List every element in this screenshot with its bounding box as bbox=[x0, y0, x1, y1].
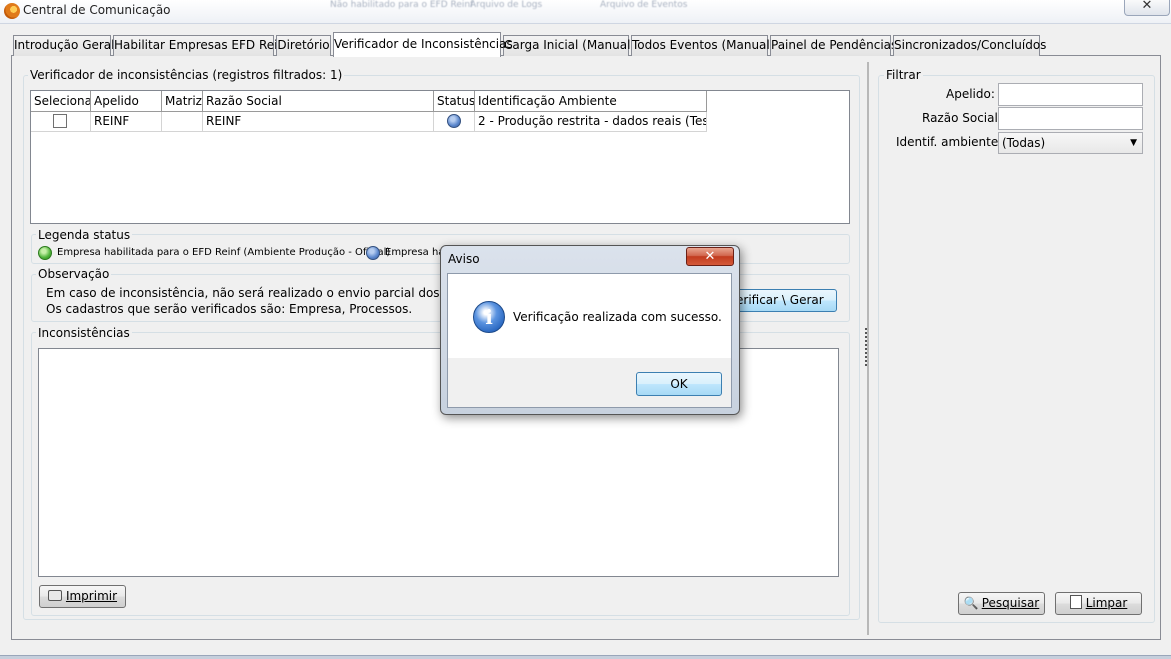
column-header-selecionar[interactable]: Selecionar bbox=[31, 91, 91, 112]
splitter-grip-icon[interactable] bbox=[865, 328, 869, 366]
window-bottom-border bbox=[0, 655, 1171, 659]
table-row-cell-selecionar bbox=[31, 112, 91, 132]
identif-ambiente-label: Identif. ambiente: bbox=[896, 135, 1003, 149]
status-blue-icon bbox=[366, 246, 380, 260]
app-logo-icon bbox=[4, 3, 20, 19]
background-window-title: Arquivo de Logs bbox=[470, 0, 543, 10]
filtrar-title: Filtrar bbox=[884, 68, 923, 82]
limpar-button[interactable]: Limpar bbox=[1055, 592, 1142, 615]
apelido-label: Apelido: bbox=[946, 87, 995, 101]
tab-painel-pendencias[interactable]: Painel de Pendências bbox=[770, 35, 897, 56]
identif-ambiente-select[interactable]: (Todas) ▼ bbox=[998, 132, 1143, 154]
column-header-identificacao-ambiente[interactable]: Identificação Ambiente bbox=[475, 91, 707, 112]
verificar-gerar-button[interactable]: erificar \ Gerar bbox=[725, 289, 837, 312]
table-row-cell-identificacao[interactable]: 2 - Produção restrita - dados reais (Tes… bbox=[475, 112, 707, 132]
table-row-cell-apelido[interactable]: REINF bbox=[91, 112, 162, 132]
eraser-icon bbox=[1069, 595, 1082, 609]
window-title: Central de Comunicação bbox=[23, 3, 171, 17]
dialog-close-button[interactable]: ✕ bbox=[686, 247, 734, 266]
tab-carga-inicial[interactable]: Carga Inicial (Manual) bbox=[503, 35, 635, 56]
razao-social-input[interactable] bbox=[998, 107, 1143, 130]
status-blue-icon bbox=[447, 114, 461, 128]
tab-todos-eventos[interactable]: Todos Eventos (Manual) bbox=[631, 35, 774, 56]
verificador-group-title: Verificador de inconsistências (registro… bbox=[28, 68, 345, 82]
dialog-message: Verificação realizada com sucesso. bbox=[513, 310, 722, 324]
apelido-input[interactable] bbox=[998, 83, 1143, 106]
pesquisar-button[interactable]: 🔍 Pesquisar bbox=[958, 592, 1045, 615]
tab-sincronizados-concluidos[interactable]: Sincronizados/Concluídos bbox=[893, 35, 1046, 56]
printer-icon bbox=[47, 590, 62, 601]
row-select-checkbox[interactable] bbox=[53, 114, 67, 128]
column-header-apelido[interactable]: Apelido bbox=[91, 91, 162, 112]
legenda-item-producao: Empresa habilitada para o EFD Reinf (Amb… bbox=[57, 247, 391, 258]
chevron-down-icon: ▼ bbox=[1130, 138, 1137, 148]
imprimir-label: Imprimir bbox=[65, 589, 118, 603]
tab-introducao-geral[interactable]: Introdução Geral bbox=[13, 35, 115, 56]
tab-diretorio[interactable]: Diretório bbox=[276, 35, 331, 56]
table-row-cell-razao-social[interactable]: REINF bbox=[203, 112, 434, 132]
window-titlebar bbox=[0, 0, 1171, 24]
table-row-cell-matriz[interactable] bbox=[162, 112, 203, 132]
observacao-line-2: Os cadastros que serão verificados são: … bbox=[46, 302, 413, 316]
search-icon: 🔍 bbox=[963, 596, 979, 610]
observacao-line-1: Em caso de inconsistência, não será real… bbox=[46, 286, 499, 300]
column-header-matriz[interactable]: Matriz bbox=[162, 91, 203, 112]
table-row-cell-status[interactable] bbox=[434, 112, 475, 132]
tab-verificador-inconsistencias[interactable]: Verificador de Inconsistências bbox=[333, 32, 513, 57]
info-icon: i bbox=[473, 301, 505, 333]
observacao-title: Observação bbox=[36, 267, 112, 281]
filtrar-group bbox=[878, 75, 1155, 623]
identif-ambiente-value: (Todas) bbox=[1002, 136, 1046, 150]
companies-grid[interactable]: Selecionar Apelido Matriz Razão Social S… bbox=[30, 90, 850, 224]
dialog-title: Aviso bbox=[448, 252, 480, 266]
column-header-status[interactable]: Status bbox=[434, 91, 475, 112]
background-window-title: Não habilitado para o EFD Reinf bbox=[330, 0, 474, 10]
pesquisar-label: Pesquisar bbox=[981, 596, 1040, 610]
razao-social-label: Razão Social: bbox=[922, 111, 1002, 125]
legenda-title: Legenda status bbox=[36, 228, 133, 242]
tab-habilitar-empresas[interactable]: Habilitar Empresas EFD Reinf bbox=[113, 35, 289, 56]
imprimir-button[interactable]: Imprimir bbox=[39, 585, 126, 608]
limpar-label: Limpar bbox=[1085, 596, 1128, 610]
window-close-button[interactable]: ✕ bbox=[1124, 0, 1170, 16]
background-window-title: Arquivo de Eventos bbox=[600, 0, 688, 10]
ok-button[interactable]: OK bbox=[636, 372, 722, 396]
inconsistencias-title: Inconsistências bbox=[36, 326, 132, 340]
column-header-razao-social[interactable]: Razão Social bbox=[203, 91, 434, 112]
status-green-icon bbox=[38, 246, 52, 260]
